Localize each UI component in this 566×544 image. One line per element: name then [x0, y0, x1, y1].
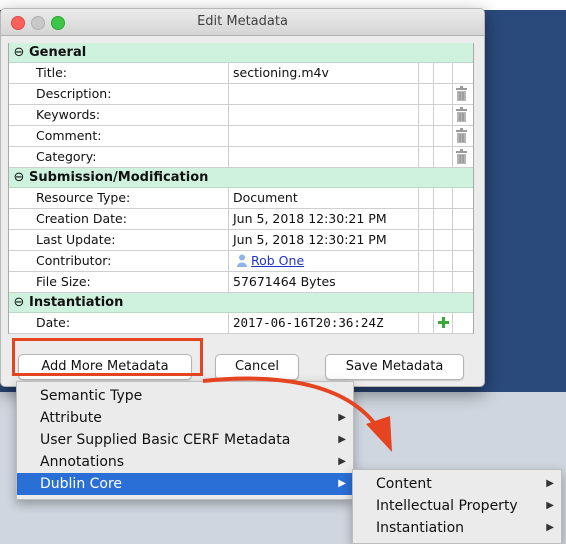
trash-icon[interactable]	[456, 149, 467, 164]
table-row: Description:	[9, 84, 473, 105]
field-label: Category:	[9, 147, 229, 167]
contributor-link[interactable]: Rob One	[251, 253, 304, 268]
trash-icon[interactable]	[456, 86, 467, 101]
table-row: Creation Date: Jun 5, 2018 12:30:21 PM	[9, 209, 473, 230]
table-row: File Size: 57671464 Bytes	[9, 272, 473, 293]
triangle-right-icon: ▶	[338, 434, 346, 445]
highlight-annotation-box	[12, 338, 203, 376]
menu-item-label: Dublin Core	[40, 476, 123, 492]
submenu-item-intellectual-property[interactable]: Intellectual Property ▶	[353, 495, 561, 517]
cancel-button[interactable]: Cancel	[215, 354, 299, 380]
table-row: Resource Type: Document	[9, 188, 473, 209]
menu-item-user-supplied-basic-cerf-metadata[interactable]: User Supplied Basic CERF Metadata ▶	[17, 429, 353, 451]
field-label: Keywords:	[9, 105, 229, 125]
triangle-right-icon: ▶	[546, 478, 554, 489]
submenu-item-content[interactable]: Content ▶	[353, 473, 561, 495]
keywords-field[interactable]	[229, 105, 419, 125]
file-size-value: 57671464 Bytes	[229, 272, 419, 292]
creation-date-value: Jun 5, 2018 12:30:21 PM	[229, 209, 419, 229]
table-row: Title: sectioning.m4v	[9, 63, 473, 84]
menu-item-attribute[interactable]: Attribute ▶	[17, 407, 353, 429]
field-label: Comment:	[9, 126, 229, 146]
edit-metadata-window: Edit Metadata ⊖ General Title: sectionin…	[0, 8, 485, 387]
menu-item-annotations[interactable]: Annotations ▶	[17, 451, 353, 473]
table-row: Last Update: Jun 5, 2018 12:30:21 PM	[9, 230, 473, 251]
dublin-core-submenu: Content ▶ Intellectual Property ▶ Instan…	[352, 469, 562, 544]
table-row: Comment:	[9, 126, 473, 147]
table-row: Keywords:	[9, 105, 473, 126]
comment-field[interactable]	[229, 126, 419, 146]
collapse-icon[interactable]: ⊖	[9, 45, 29, 60]
menu-item-label: Annotations	[40, 454, 125, 470]
table-row: Date: 2017-06-16T20:36:24Z	[9, 313, 473, 334]
menu-item-label: Semantic Type	[40, 388, 143, 404]
description-field[interactable]	[229, 84, 419, 104]
person-icon	[237, 254, 247, 267]
green-plus-icon[interactable]	[438, 317, 449, 328]
context-menu: Semantic Type Attribute ▶ User Supplied …	[16, 381, 354, 500]
menu-item-label: Intellectual Property	[376, 498, 518, 514]
triangle-right-icon: ▶	[338, 412, 346, 423]
title-bar[interactable]: Edit Metadata	[1, 9, 484, 36]
section-title: Submission/Modification	[29, 170, 209, 185]
section-header-instantiation[interactable]: ⊖ Instantiation	[9, 293, 473, 313]
field-label: Contributor:	[9, 251, 229, 271]
triangle-right-icon: ▶	[546, 500, 554, 511]
date-value[interactable]: 2017-06-16T20:36:24Z	[229, 313, 419, 333]
metadata-table: ⊖ General Title: sectioning.m4v Descript…	[8, 43, 474, 334]
contributor-value: Rob One	[229, 251, 419, 271]
title-field[interactable]: sectioning.m4v	[229, 63, 419, 83]
menu-item-label: Instantiation	[376, 520, 465, 536]
collapse-icon[interactable]: ⊖	[9, 170, 29, 185]
menu-item-label: Content	[376, 476, 432, 492]
save-metadata-button[interactable]: Save Metadata	[325, 354, 464, 380]
triangle-right-icon: ▶	[338, 478, 346, 489]
menu-item-semantic-type[interactable]: Semantic Type	[17, 385, 353, 407]
collapse-icon[interactable]: ⊖	[9, 295, 29, 310]
field-label: Title:	[9, 63, 229, 83]
triangle-right-icon: ▶	[338, 456, 346, 467]
trash-icon[interactable]	[456, 107, 467, 122]
field-label: Resource Type:	[9, 188, 229, 208]
section-header-submission[interactable]: ⊖ Submission/Modification	[9, 168, 473, 188]
field-label: File Size:	[9, 272, 229, 292]
resource-type-value: Document	[229, 188, 419, 208]
submenu-item-instantiation[interactable]: Instantiation ▶	[353, 517, 561, 539]
menu-item-label: Attribute	[40, 410, 102, 426]
last-update-value: Jun 5, 2018 12:30:21 PM	[229, 230, 419, 250]
menu-item-label: User Supplied Basic CERF Metadata	[40, 432, 291, 448]
field-label: Date:	[9, 313, 229, 333]
field-label: Creation Date:	[9, 209, 229, 229]
section-title: General	[29, 45, 87, 60]
table-row: Category:	[9, 147, 473, 168]
section-header-general[interactable]: ⊖ General	[9, 43, 473, 63]
category-field[interactable]	[229, 147, 419, 167]
window-title: Edit Metadata	[197, 14, 288, 29]
menu-item-dublin-core[interactable]: Dublin Core ▶	[17, 473, 353, 495]
table-row: Contributor: Rob One	[9, 251, 473, 272]
triangle-right-icon: ▶	[546, 522, 554, 533]
field-label: Description:	[9, 84, 229, 104]
section-title: Instantiation	[29, 295, 124, 310]
field-label: Last Update:	[9, 230, 229, 250]
trash-icon[interactable]	[456, 128, 467, 143]
